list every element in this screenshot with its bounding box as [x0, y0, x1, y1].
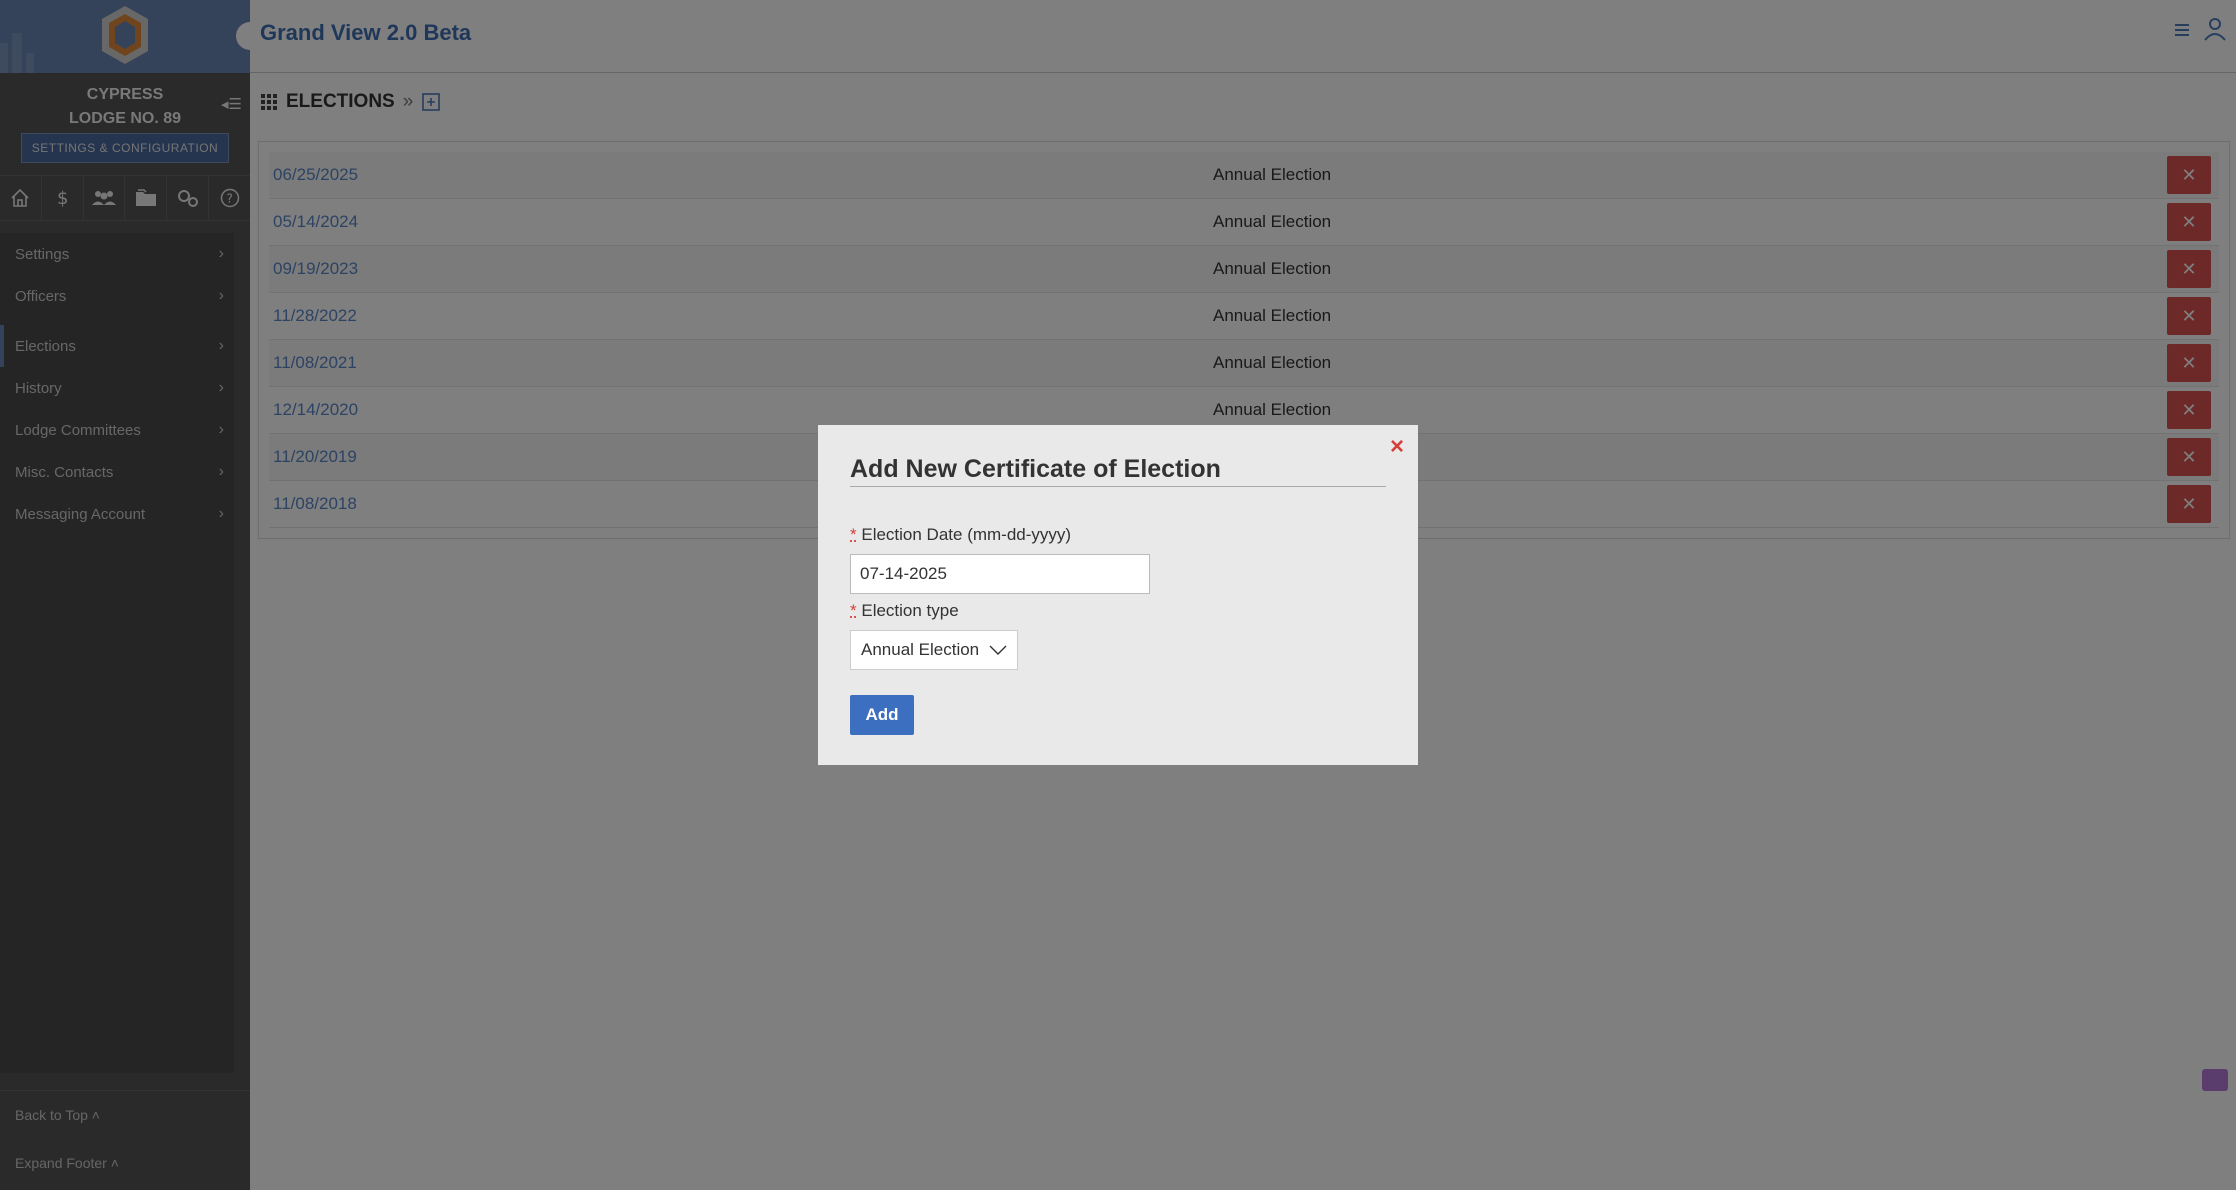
modal-title: Add New Certificate of Election: [850, 455, 1386, 487]
election-type-select[interactable]: Annual Election: [850, 630, 1018, 670]
election-date-label-text: Election Date (mm-dd-yyyy): [861, 525, 1072, 544]
chevron-down-icon: [989, 645, 1007, 655]
election-type-label-text: Election type: [861, 601, 959, 620]
add-button[interactable]: Add: [850, 695, 914, 735]
election-date-input[interactable]: [850, 554, 1150, 594]
election-type-label: * Election type: [850, 601, 959, 621]
add-certificate-modal: × Add New Certificate of Election * Elec…: [818, 425, 1418, 765]
required-marker: *: [850, 601, 857, 620]
required-marker: *: [850, 525, 857, 544]
close-modal-button[interactable]: ×: [1390, 433, 1404, 461]
election-date-label: * Election Date (mm-dd-yyyy): [850, 525, 1071, 545]
election-type-selected-value: Annual Election: [861, 640, 980, 659]
